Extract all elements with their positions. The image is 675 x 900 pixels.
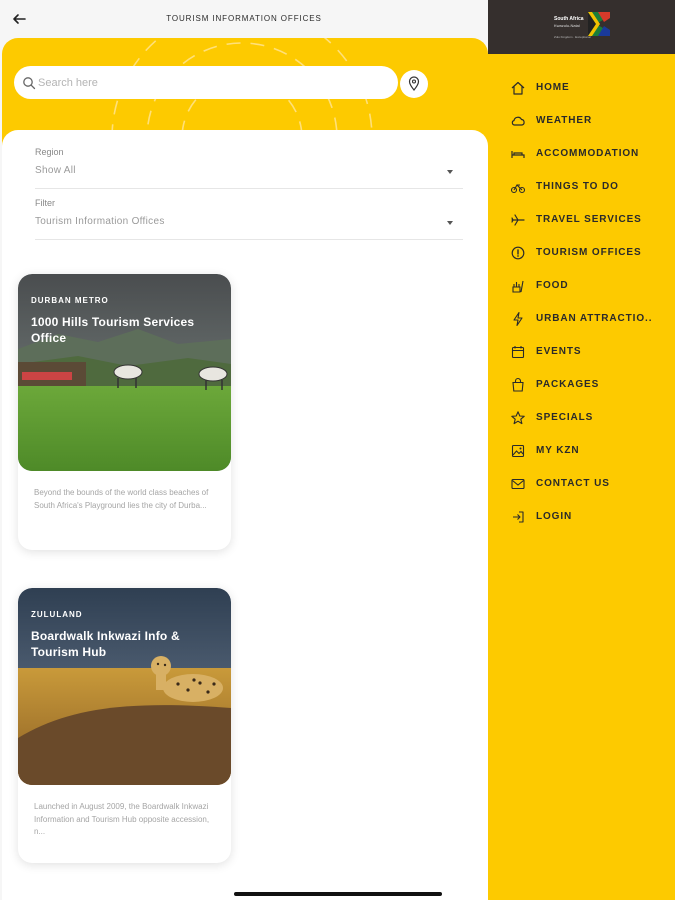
bag-icon	[510, 377, 526, 393]
nav-label: PACKAGES	[536, 379, 600, 390]
search-icon	[23, 77, 36, 90]
login-icon	[510, 509, 526, 525]
nav-item-food[interactable]: FOOD	[488, 273, 675, 306]
type-filter: Filter Tourism Information Offices	[35, 198, 463, 240]
type-filter-label: Filter	[35, 198, 55, 208]
nav-label: TRAVEL SERVICES	[536, 214, 642, 225]
calendar-icon	[510, 344, 526, 360]
photo-icon	[510, 443, 526, 459]
nav-label: WEATHER	[536, 115, 593, 126]
mail-icon	[510, 476, 526, 492]
card-image: DURBAN METRO 1000 Hills Tourism Services…	[18, 274, 231, 471]
home-indicator	[234, 892, 442, 896]
logo-text-1: South Africa	[554, 16, 584, 22]
nav-item-packages[interactable]: PACKAGES	[488, 372, 675, 405]
caret-down-icon	[447, 170, 453, 174]
card-region: ZULULAND	[31, 610, 83, 619]
drawer-header: South Africa Kwazulu-Natal Zulu Kingdom …	[488, 0, 675, 54]
card-image: ZULULAND Boardwalk Inkwazi Info & Touris…	[18, 588, 231, 785]
search-input[interactable]	[38, 66, 388, 99]
flag-icon	[588, 12, 610, 36]
card-region: DURBAN METRO	[31, 296, 109, 305]
region-filter: Region Show All	[35, 147, 463, 189]
drawer-menu: HOME WEATHER ACCOMMODATION THINGS TO DO …	[488, 75, 675, 537]
nav-item-my-kzn[interactable]: MY KZN	[488, 438, 675, 471]
office-card[interactable]: DURBAN METRO 1000 Hills Tourism Services…	[18, 274, 231, 550]
nav-item-things-to-do[interactable]: THINGS TO DO	[488, 174, 675, 207]
main-panel: TOURISM INFORMATION OFFICES Region	[0, 0, 488, 900]
region-select[interactable]: Show All	[35, 165, 463, 189]
nav-item-events[interactable]: EVENTS	[488, 339, 675, 372]
card-title: 1000 Hills Tourism Services Office	[31, 315, 195, 345]
nav-label: URBAN ATTRACTIO..	[536, 313, 653, 324]
nav-item-weather[interactable]: WEATHER	[488, 108, 675, 141]
home-icon	[510, 80, 526, 96]
info-icon	[510, 245, 526, 261]
search-bar	[14, 66, 398, 99]
location-pin-icon	[408, 76, 420, 91]
nav-label: LOGIN	[536, 511, 573, 522]
nav-label: ACCOMMODATION	[536, 148, 640, 159]
nav-label: CONTACT US	[536, 478, 610, 489]
nav-item-tourism-offices[interactable]: TOURISM OFFICES	[488, 240, 675, 273]
logo-text-3: Zulu Kingdom · Exceptional	[554, 35, 591, 39]
office-card[interactable]: ZULULAND Boardwalk Inkwazi Info & Touris…	[18, 588, 231, 863]
nav-item-urban-attractions[interactable]: URBAN ATTRACTIO..	[488, 306, 675, 339]
card-description: Launched in August 2009, the Boardwalk I…	[34, 802, 210, 836]
card-description: Beyond the bounds of the world class bea…	[34, 488, 209, 510]
nav-label: HOME	[536, 82, 570, 93]
type-select[interactable]: Tourism Information Offices	[35, 216, 463, 240]
map-button[interactable]	[400, 70, 428, 98]
logo-text-2: Kwazulu-Natal	[554, 23, 580, 28]
card-title: Boardwalk Inkwazi Info & Tourism Hub	[31, 629, 180, 659]
star-icon	[510, 410, 526, 426]
nav-item-login[interactable]: LOGIN	[488, 504, 675, 537]
nav-label: MY KZN	[536, 445, 580, 456]
cloud-icon	[510, 113, 526, 129]
caret-down-icon	[447, 221, 453, 225]
page-title: TOURISM INFORMATION OFFICES	[166, 14, 322, 23]
top-bar: TOURISM INFORMATION OFFICES	[0, 0, 488, 38]
nav-item-accommodation[interactable]: ACCOMMODATION	[488, 141, 675, 174]
bicycle-icon	[510, 179, 526, 195]
lightning-icon	[510, 311, 526, 327]
nav-item-contact-us[interactable]: CONTACT US	[488, 471, 675, 504]
plane-icon	[510, 212, 526, 228]
nav-item-specials[interactable]: SPECIALS	[488, 405, 675, 438]
kzn-logo: South Africa Kwazulu-Natal Zulu Kingdom …	[554, 12, 610, 39]
nav-label: EVENTS	[536, 346, 582, 357]
type-select-value: Tourism Information Offices	[35, 216, 165, 227]
nav-item-home[interactable]: HOME	[488, 75, 675, 108]
food-icon	[510, 278, 526, 294]
region-filter-label: Region	[35, 147, 64, 157]
nav-label: THINGS TO DO	[536, 181, 619, 192]
bed-icon	[510, 146, 526, 162]
nav-label: SPECIALS	[536, 412, 594, 423]
navigation-drawer: South Africa Kwazulu-Natal Zulu Kingdom …	[488, 0, 675, 900]
nav-item-travel-services[interactable]: TRAVEL SERVICES	[488, 207, 675, 240]
nav-label: FOOD	[536, 280, 569, 291]
nav-label: TOURISM OFFICES	[536, 247, 642, 258]
region-select-value: Show All	[35, 165, 76, 176]
